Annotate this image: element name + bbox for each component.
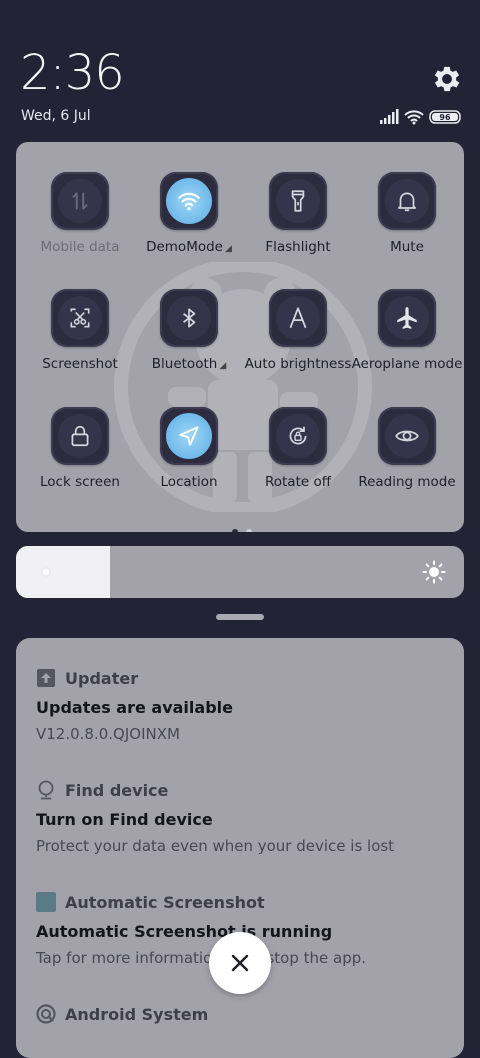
notification-body: V12.0.8.0.QJOINXM	[36, 725, 180, 743]
tile-toggle[interactable]	[51, 289, 109, 347]
tile-location[interactable]: Location	[129, 407, 249, 507]
system-status-icons: 96	[380, 108, 464, 126]
brightness-fill	[16, 546, 111, 598]
tile-mobile-data[interactable]: Mobile data	[20, 172, 140, 272]
tile-toggle[interactable]	[378, 289, 436, 347]
battery-icon: 96	[429, 110, 461, 124]
find-device-icon	[36, 780, 56, 800]
tile-bluetooth[interactable]: Bluetooth ◢	[129, 289, 249, 389]
notification-android-system[interactable]: Android System	[36, 1004, 456, 1024]
close-icon	[231, 954, 249, 972]
tile-toggle[interactable]	[269, 289, 327, 347]
page-indicator	[228, 520, 256, 532]
bell-icon	[398, 192, 416, 212]
tile-toggle[interactable]	[51, 407, 109, 465]
wifi-icon	[178, 192, 200, 211]
notification-app-name: Android System	[65, 1004, 209, 1024]
tile-aeroplane-mode[interactable]: Aeroplane mode	[347, 289, 464, 389]
location-icon	[179, 426, 199, 446]
status-area: 2:36 Wed, 6 Jul 96	[0, 0, 480, 140]
upload-icon	[36, 668, 56, 688]
tile-lock-screen[interactable]: Lock screen	[20, 407, 140, 507]
wifi-status-icon	[404, 110, 424, 122]
page-dot	[246, 529, 252, 532]
tile-toggle[interactable]	[378, 172, 436, 230]
page-dot-active	[232, 529, 238, 532]
signal-icon	[380, 109, 399, 124]
tile-toggle[interactable]	[160, 407, 218, 465]
tile-mute[interactable]: Mute	[347, 172, 464, 272]
clear-notifications-button[interactable]	[209, 932, 271, 994]
tile-auto-brightness[interactable]: Auto brightness	[238, 289, 358, 389]
tile-toggle[interactable]	[51, 172, 109, 230]
tile-flashlight[interactable]: Flashlight	[238, 172, 358, 272]
tile-screenshot[interactable]: Screenshot	[20, 289, 140, 389]
eye-icon	[395, 430, 419, 442]
date[interactable]: Wed, 6 Jul	[21, 108, 91, 124]
tile-toggle[interactable]	[160, 172, 218, 230]
airplane-icon	[397, 307, 417, 329]
settings-gear-icon[interactable]	[430, 62, 464, 96]
notification-title: Updates are available	[36, 698, 233, 717]
more-options-icon: ◢	[219, 361, 227, 371]
tile-toggle[interactable]	[269, 172, 327, 230]
tile-toggle[interactable]	[269, 407, 327, 465]
panel-drag-handle[interactable]	[216, 614, 264, 620]
battery-level: 96	[439, 113, 451, 122]
tile-toggle[interactable]	[378, 407, 436, 465]
brightness-slider[interactable]	[16, 546, 464, 598]
tile-label: Reading mode	[358, 474, 456, 490]
brightness-high-icon	[422, 560, 446, 584]
notification-app-name: Updater	[65, 668, 139, 688]
flashlight-icon	[291, 190, 305, 212]
tile-demomode[interactable]: DemoMode ◢	[129, 172, 249, 272]
brightness-low-icon	[41, 567, 51, 577]
android-system-icon	[36, 1004, 56, 1024]
notification-app-name: Automatic Screenshot	[65, 892, 265, 912]
more-options-icon: ◢	[224, 244, 232, 254]
screenshot-app-icon	[36, 892, 56, 912]
notification-body: Protect your data even when your device …	[36, 837, 395, 855]
mobile-data-icon	[72, 192, 88, 210]
tile-label: Aeroplane mode	[351, 356, 463, 372]
clock[interactable]: 2:36	[20, 45, 125, 101]
lock-icon	[71, 425, 89, 447]
notification-find-device[interactable]: Find device Turn on Find device Protect …	[36, 780, 456, 856]
tile-reading-mode[interactable]: Reading mode	[347, 407, 464, 507]
quick-settings-panel: Mobile data DemoMode ◢ Flashlight Mute Screen…	[16, 142, 464, 532]
auto-brightness-icon	[289, 307, 307, 329]
tile-label: Mute	[390, 239, 424, 255]
notification-updater[interactable]: Updater Updates are available V12.0.8.0.…	[36, 668, 456, 744]
notification-title: Turn on Find device	[36, 810, 213, 829]
screenshot-icon	[70, 308, 90, 328]
bluetooth-icon	[183, 308, 196, 328]
rotate-lock-icon	[289, 426, 307, 445]
tile-toggle[interactable]	[160, 289, 218, 347]
notification-app-name: Find device	[65, 780, 169, 800]
tile-rotate-off[interactable]: Rotate off	[238, 407, 358, 507]
notification-panel: Updater Updates are available V12.0.8.0.…	[16, 638, 464, 1058]
